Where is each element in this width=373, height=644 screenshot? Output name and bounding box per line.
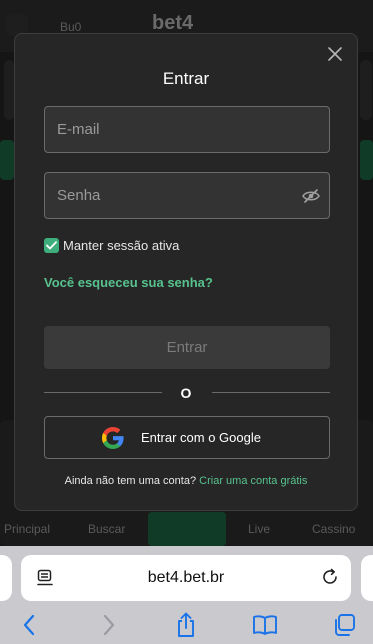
google-button-label: Entrar com o Google xyxy=(141,430,261,445)
forgot-password-link[interactable]: Você esqueceu sua senha? xyxy=(44,275,213,290)
background-tab-label: Principal xyxy=(4,522,51,536)
password-input[interactable] xyxy=(57,187,293,204)
remember-label: Manter sessão ativa xyxy=(63,238,180,253)
toggle-password-button[interactable] xyxy=(293,173,329,218)
background-left-label: Bu0 xyxy=(60,20,82,34)
background-promo xyxy=(360,140,373,180)
signup-row: Ainda não tem uma conta? Criar uma conta… xyxy=(15,475,357,487)
next-tab-pill xyxy=(361,555,373,601)
share-icon xyxy=(178,612,194,637)
login-modal: Entrar Manter sessão ativa Você es xyxy=(14,33,358,511)
bookmarks-button[interactable] xyxy=(250,610,280,640)
check-icon xyxy=(46,241,57,250)
divider-text: O xyxy=(180,385,192,401)
background-active-tab xyxy=(148,512,226,546)
screen: Bu0 bet4 Principal Buscar Live Cassino E… xyxy=(0,0,373,644)
reload-icon[interactable] xyxy=(321,568,339,586)
tabs-button[interactable] xyxy=(329,610,359,640)
background-tab-label: Cassino xyxy=(312,522,356,536)
background-tab-label: Live xyxy=(248,522,271,536)
background-brand-logo: bet4 xyxy=(152,12,194,34)
google-login-button[interactable]: Entrar com o Google xyxy=(44,416,330,459)
remember-me[interactable]: Manter sessão ativa xyxy=(44,238,179,253)
remember-checkbox[interactable] xyxy=(44,238,59,253)
bookmarks-icon xyxy=(253,615,277,635)
google-icon xyxy=(102,427,124,449)
forward-button[interactable] xyxy=(94,610,124,640)
browser-toolbar: bet4.bet.br xyxy=(0,546,373,644)
email-field[interactable] xyxy=(44,106,330,153)
email-input[interactable] xyxy=(57,121,329,138)
close-icon xyxy=(328,47,342,61)
background-promo xyxy=(0,140,14,180)
back-icon xyxy=(23,614,35,636)
browser-nav xyxy=(0,610,373,640)
signup-prompt: Ainda não tem uma conta? xyxy=(64,475,197,487)
password-field[interactable] xyxy=(44,172,330,219)
background-card xyxy=(360,60,372,120)
previous-tab-pill xyxy=(0,555,12,601)
submit-button[interactable]: Entrar xyxy=(44,326,330,369)
url-text: bet4.bet.br xyxy=(147,569,225,586)
back-button[interactable] xyxy=(14,610,44,640)
modal-title: Entrar xyxy=(162,69,210,88)
signup-link[interactable]: Criar uma conta grátis xyxy=(199,475,307,487)
divider-right xyxy=(212,392,330,393)
background-card xyxy=(4,60,14,120)
share-button[interactable] xyxy=(171,610,201,640)
address-bar[interactable]: bet4.bet.br xyxy=(21,555,351,601)
reader-icon[interactable] xyxy=(37,569,53,587)
tabs-icon xyxy=(335,614,355,636)
forward-icon xyxy=(103,614,115,636)
background-tab-label: Buscar xyxy=(88,522,126,536)
close-button[interactable] xyxy=(325,44,345,64)
eye-off-icon xyxy=(302,188,320,203)
